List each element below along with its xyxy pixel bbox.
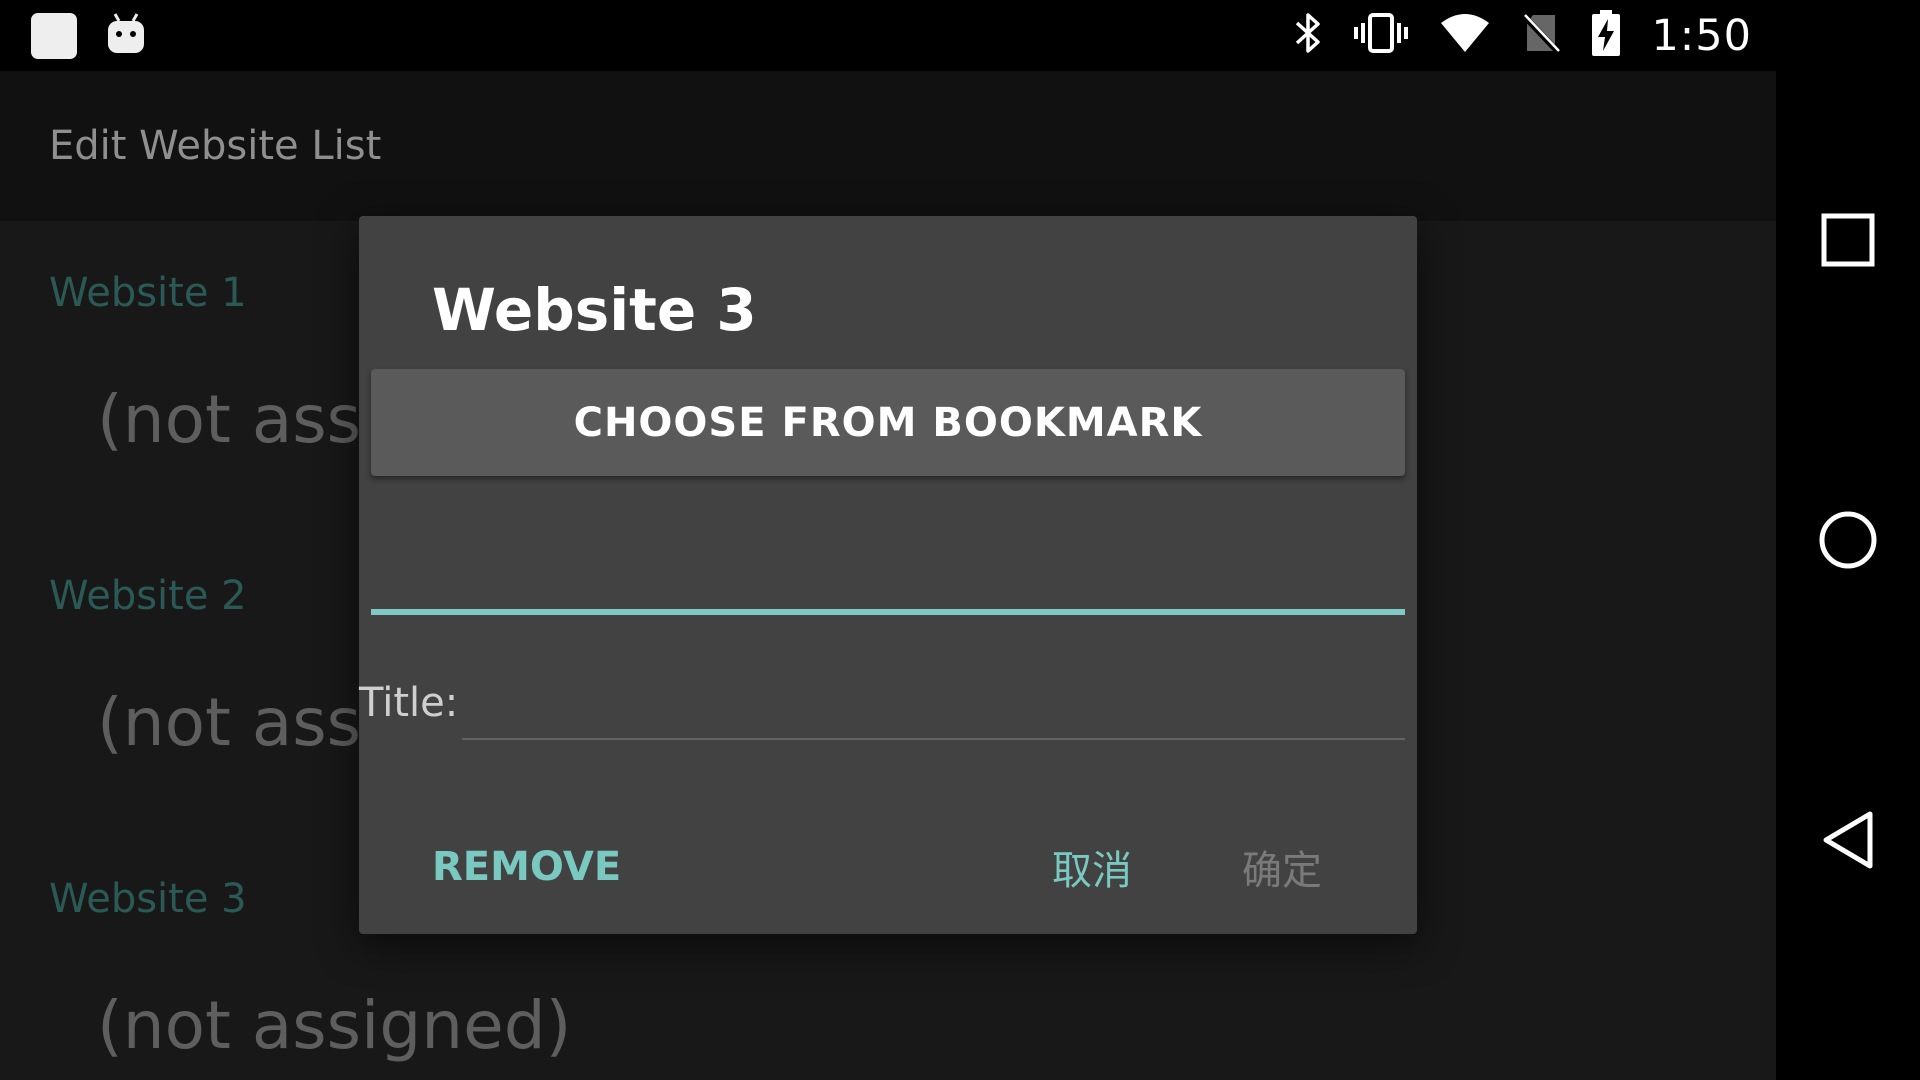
battery-charging-icon xyxy=(1591,9,1621,62)
app-toolbar: Edit Website List xyxy=(0,71,1776,221)
url-input[interactable] xyxy=(371,561,1405,615)
wifi-icon xyxy=(1439,13,1491,58)
website-3-value[interactable]: (not assigned) xyxy=(97,987,571,1064)
recents-square-icon[interactable] xyxy=(1812,204,1884,276)
choose-from-bookmark-button[interactable]: CHOOSE FROM BOOKMARK xyxy=(371,369,1405,476)
ok-button[interactable]: 确定 xyxy=(1232,822,1332,912)
bluetooth-icon xyxy=(1293,11,1323,60)
navigation-bar xyxy=(1776,0,1920,1080)
page-title: Edit Website List xyxy=(49,123,382,169)
no-sim-icon xyxy=(1521,11,1562,60)
status-bar: 1:50 xyxy=(0,0,1776,71)
website-3-label: Website 3 xyxy=(49,876,247,922)
android-icon xyxy=(106,12,146,61)
vibrate-icon xyxy=(1353,11,1409,60)
remove-button[interactable]: REMOVE xyxy=(422,822,631,912)
title-input[interactable] xyxy=(462,676,1405,740)
cancel-button[interactable]: 取消 xyxy=(1042,822,1142,912)
website-dialog: Website 3 CHOOSE FROM BOOKMARK Title: RE… xyxy=(359,216,1417,934)
device-screen: 1:50 Edit Website List Website 1 (not as… xyxy=(0,0,1920,1080)
website-2-label: Website 2 xyxy=(49,573,247,619)
home-circle-icon[interactable] xyxy=(1812,504,1884,576)
app-square-icon xyxy=(30,12,78,65)
back-triangle-icon[interactable] xyxy=(1812,804,1884,876)
website-1-label: Website 1 xyxy=(49,270,247,316)
status-time: 1:50 xyxy=(1651,10,1752,61)
title-label: Title: xyxy=(359,680,459,726)
status-icons: 1:50 xyxy=(1293,0,1752,71)
dialog-title: Website 3 xyxy=(432,276,757,344)
